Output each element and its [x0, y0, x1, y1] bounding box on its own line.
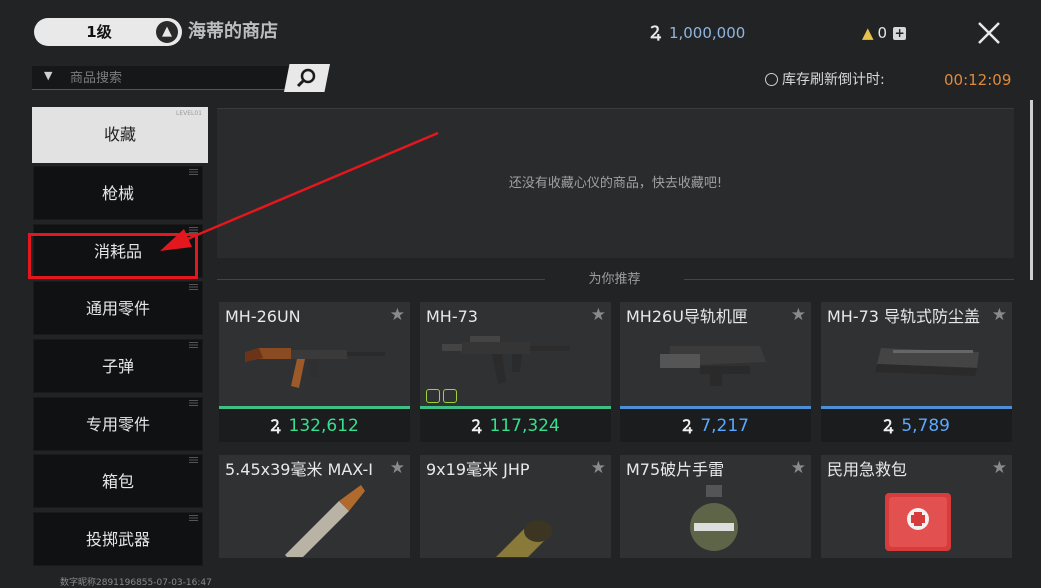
refresh-timer: 00:12:09 — [944, 71, 1012, 89]
rifle-cartridge-icon — [285, 485, 365, 557]
product-name: 5.45x39毫米 MAX-I — [225, 460, 373, 479]
rifle-icon — [245, 348, 385, 388]
divider — [684, 279, 1014, 280]
pistol-cartridge-icon — [496, 520, 552, 557]
product-price: 117,324 — [489, 416, 560, 436]
product-name: MH26U导轨机匣 — [626, 307, 748, 326]
search-field[interactable]: ▼ — [32, 66, 294, 90]
attachment-badges — [426, 388, 460, 407]
product-name: M75破片手雷 — [626, 460, 725, 479]
add-currency-button[interactable]: + — [893, 27, 907, 40]
product-card[interactable]: MH26U导轨机匣 ★ Ꝝ 7,217 — [620, 302, 811, 442]
divider — [217, 279, 545, 280]
favorite-star-icon[interactable]: ★ — [791, 305, 806, 325]
category-label: 子弹 — [101, 357, 134, 376]
product-name: 9x19毫米 JHP — [426, 460, 530, 479]
product-price: 7,217 — [700, 416, 749, 436]
price-row: Ꝝ 132,612 — [219, 409, 410, 442]
premium-currency: ▲ 0 + — [862, 22, 907, 44]
price-row: Ꝝ 117,324 — [420, 409, 611, 442]
category-throwables[interactable]: 投掷武器 — [33, 512, 203, 566]
currency-icon: Ꝝ — [471, 416, 482, 435]
level-badge[interactable]: 1级 ▲ — [34, 18, 182, 46]
currency-icon: Ꝝ — [270, 416, 281, 435]
product-name: MH-26UN — [225, 307, 301, 326]
search-icon — [296, 68, 316, 88]
product-card[interactable]: MH-73 ★ Ꝝ 117,324 — [420, 302, 611, 442]
annotation-arrow-icon — [160, 131, 439, 251]
favorite-star-icon[interactable]: ★ — [992, 305, 1007, 325]
favorite-star-icon[interactable]: ★ — [791, 458, 806, 478]
receiver-icon — [660, 346, 766, 386]
grip-icon — [189, 342, 198, 348]
close-button[interactable] — [972, 16, 1006, 50]
level-up-icon: ▲ — [156, 21, 178, 43]
favorite-star-icon[interactable]: ★ — [992, 458, 1007, 478]
grip-icon — [189, 457, 198, 463]
product-card[interactable]: MH-26UN ★ Ꝝ 132,612 — [219, 302, 410, 442]
product-card[interactable]: MH-73 导轨式防尘盖 ★ Ꝝ 5,789 — [821, 302, 1012, 442]
product-name: MH-73 — [426, 307, 478, 326]
price-row: Ꝝ 5,789 — [821, 409, 1012, 442]
product-name: MH-73 导轨式防尘盖 — [827, 307, 981, 326]
favorite-star-icon[interactable]: ★ — [390, 458, 405, 478]
product-name: 民用急救包 — [827, 460, 908, 479]
scrollbar[interactable] — [1030, 100, 1033, 280]
price-row: Ꝝ 7,217 — [620, 409, 811, 442]
first-aid-kit-icon — [885, 493, 951, 551]
recommend-title: 为你推荐 — [588, 272, 641, 287]
clock-icon — [765, 73, 778, 86]
product-card[interactable]: 民用急救包 ★ — [821, 455, 1012, 558]
category-label: 收藏 — [103, 125, 136, 144]
category-tag: LEVEL01 — [175, 110, 202, 117]
favorite-star-icon[interactable]: ★ — [591, 458, 606, 478]
currency-icon: Ꝝ — [650, 23, 661, 43]
category-bags[interactable]: 箱包 — [33, 454, 203, 508]
category-label: 箱包 — [101, 472, 134, 491]
category-label: 专用零件 — [85, 415, 150, 434]
grip-icon — [189, 515, 198, 521]
product-card[interactable]: 9x19毫米 JHP ★ — [420, 455, 611, 558]
category-general-parts[interactable]: 通用零件 — [33, 281, 203, 335]
currency-display: Ꝝ 1,000,000 — [650, 22, 745, 44]
search-button[interactable] — [284, 64, 330, 92]
category-label: 枪械 — [101, 184, 134, 203]
currency-icon: Ꝝ — [883, 416, 894, 435]
category-special-parts[interactable]: 专用零件 — [33, 397, 203, 451]
dust-cover-icon — [875, 348, 979, 376]
smg-icon — [442, 336, 570, 384]
search-input[interactable] — [68, 68, 292, 88]
gold-triangle-icon: ▲ — [862, 24, 874, 42]
product-price: 5,789 — [901, 416, 950, 436]
refresh-label-text: 库存刷新倒计时: — [782, 72, 885, 88]
category-label: 通用零件 — [85, 299, 150, 318]
refresh-label: 库存刷新倒计时: — [765, 70, 885, 90]
category-label: 投掷武器 — [85, 530, 150, 549]
grenade-icon — [690, 485, 738, 551]
product-card[interactable]: M75破片手雷 ★ — [620, 455, 811, 558]
favorite-star-icon[interactable]: ★ — [390, 305, 405, 325]
level-label: 1级 — [86, 23, 112, 41]
dropdown-caret-icon[interactable]: ▼ — [44, 69, 52, 82]
grip-icon — [189, 284, 198, 290]
shop-title: 海蒂的商店 — [188, 21, 278, 42]
gold-amount: 0 — [877, 24, 888, 42]
favorite-star-icon[interactable]: ★ — [591, 305, 606, 325]
grip-icon — [189, 400, 198, 406]
close-icon — [978, 22, 1000, 44]
currency-amount: 1,000,000 — [668, 24, 746, 42]
badge-icon — [426, 389, 440, 403]
currency-icon: Ꝝ — [682, 416, 693, 435]
footer-watermark: 数字昵称2891196855-07-03-16:47 — [60, 578, 212, 588]
product-price: 132,612 — [288, 416, 359, 436]
category-ammo[interactable]: 子弹 — [33, 339, 203, 393]
badge-icon — [443, 389, 457, 403]
product-card[interactable]: 5.45x39毫米 MAX-I ★ — [219, 455, 410, 558]
